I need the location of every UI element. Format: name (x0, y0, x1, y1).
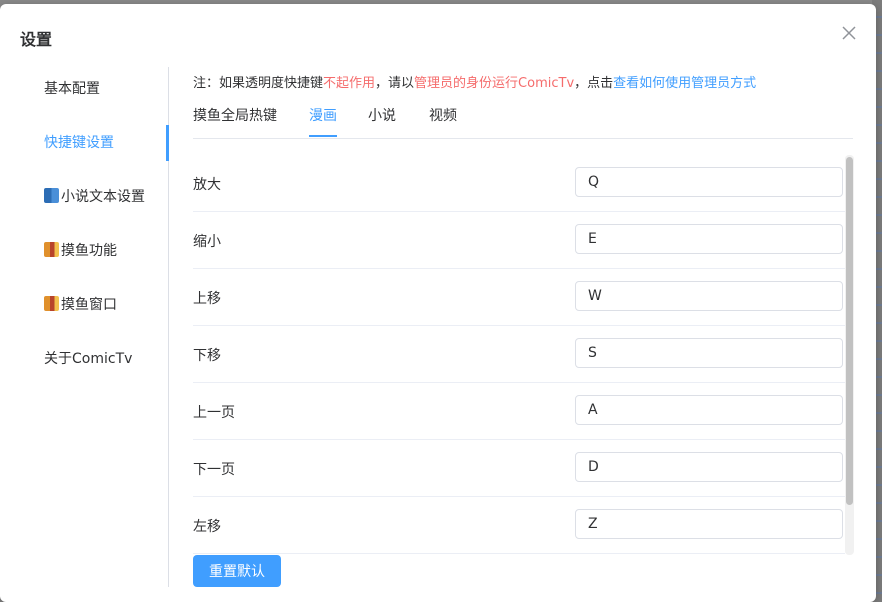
notice-text: ，请以 (375, 76, 415, 91)
sidebar-item-shortcuts[interactable]: 快捷键设置 (44, 123, 114, 163)
dialog-title: 设置 (20, 30, 53, 49)
tab-novel[interactable]: 小说 (368, 102, 396, 136)
tab-comic[interactable]: 漫画 (309, 102, 337, 136)
shortcut-label: 左移 (193, 519, 221, 535)
tab-active-indicator (309, 135, 337, 137)
shortcut-label: 缩小 (193, 234, 221, 250)
shortcut-input-zoom-out[interactable] (575, 224, 843, 254)
settings-dialog: 设置 基本配置 快捷键设置 小说文本设置 摸鱼功能 摸鱼窗口 关于ComicTv… (0, 4, 876, 602)
fish-icon (44, 296, 59, 311)
sidebar-item-label: 基本配置 (44, 81, 100, 97)
sidebar-item-novel-text[interactable]: 小说文本设置 (44, 177, 145, 217)
shortcut-label: 放大 (193, 177, 221, 193)
sidebar-item-label: 摸鱼功能 (61, 243, 117, 259)
sidebar-active-indicator (166, 125, 169, 161)
notice-warning-text: 不起作用 (323, 76, 376, 91)
sidebar-item-basic[interactable]: 基本配置 (44, 69, 100, 109)
tab-video[interactable]: 视频 (429, 102, 457, 136)
sidebar-item-slacking-features[interactable]: 摸鱼功能 (44, 231, 117, 271)
notice-warning-text: 管理员的身份运行ComicTv (414, 76, 575, 91)
sidebar-item-label: 小说文本设置 (61, 189, 145, 205)
shortcut-row-move-up: 上移 (193, 268, 845, 326)
shortcut-row-prev-page: 上一页 (193, 382, 845, 440)
scrollbar-thumb[interactable] (846, 157, 853, 505)
sidebar-item-label: 关于ComicTv (44, 351, 133, 367)
notice-text: 注：如果透明度快捷键 (193, 76, 324, 91)
shortcut-label: 上移 (193, 291, 221, 307)
shortcut-input-move-left[interactable] (575, 509, 843, 539)
book-icon (44, 188, 59, 203)
shortcut-list: 放大 缩小 上移 下移 上一页 下一页 左移 (193, 154, 845, 554)
shortcut-row-zoom-in: 放大 (193, 154, 845, 212)
shortcut-input-next-page[interactable] (575, 452, 843, 482)
shortcut-input-move-up[interactable] (575, 281, 843, 311)
notice-text: ，点击 (574, 76, 614, 91)
shortcut-input-zoom-in[interactable] (575, 167, 843, 197)
sidebar-item-label: 摸鱼窗口 (61, 297, 117, 313)
shortcut-input-prev-page[interactable] (575, 395, 843, 425)
shortcut-row-next-page: 下一页 (193, 439, 845, 497)
admin-help-link[interactable]: 查看如何使用管理员方式 (613, 76, 756, 91)
sidebar-item-label: 快捷键设置 (44, 135, 114, 151)
shortcut-row-zoom-out: 缩小 (193, 211, 845, 269)
tab-global-hotkeys[interactable]: 摸鱼全局热键 (193, 102, 277, 136)
shortcut-label: 上一页 (193, 405, 235, 421)
sidebar-item-about[interactable]: 关于ComicTv (44, 339, 132, 379)
settings-sidebar: 基本配置 快捷键设置 小说文本设置 摸鱼功能 摸鱼窗口 关于ComicTv (0, 67, 169, 587)
shortcut-list-scrollbar[interactable] (845, 155, 854, 555)
sidebar-item-slacking-window[interactable]: 摸鱼窗口 (44, 285, 117, 325)
shortcut-label: 下移 (193, 348, 221, 364)
shortcut-tabs: 摸鱼全局热键 漫画 小说 视频 (193, 102, 853, 139)
close-icon[interactable] (839, 23, 859, 43)
admin-notice: 注：如果透明度快捷键不起作用，请以管理员的身份运行ComicTv，点击查看如何使… (193, 72, 756, 91)
reset-defaults-button[interactable]: 重置默认 (193, 555, 281, 587)
fish-icon (44, 242, 59, 257)
shortcut-row-move-down: 下移 (193, 325, 845, 383)
shortcut-row-move-left: 左移 (193, 496, 845, 554)
shortcut-label: 下一页 (193, 462, 235, 478)
shortcut-input-move-down[interactable] (575, 338, 843, 368)
